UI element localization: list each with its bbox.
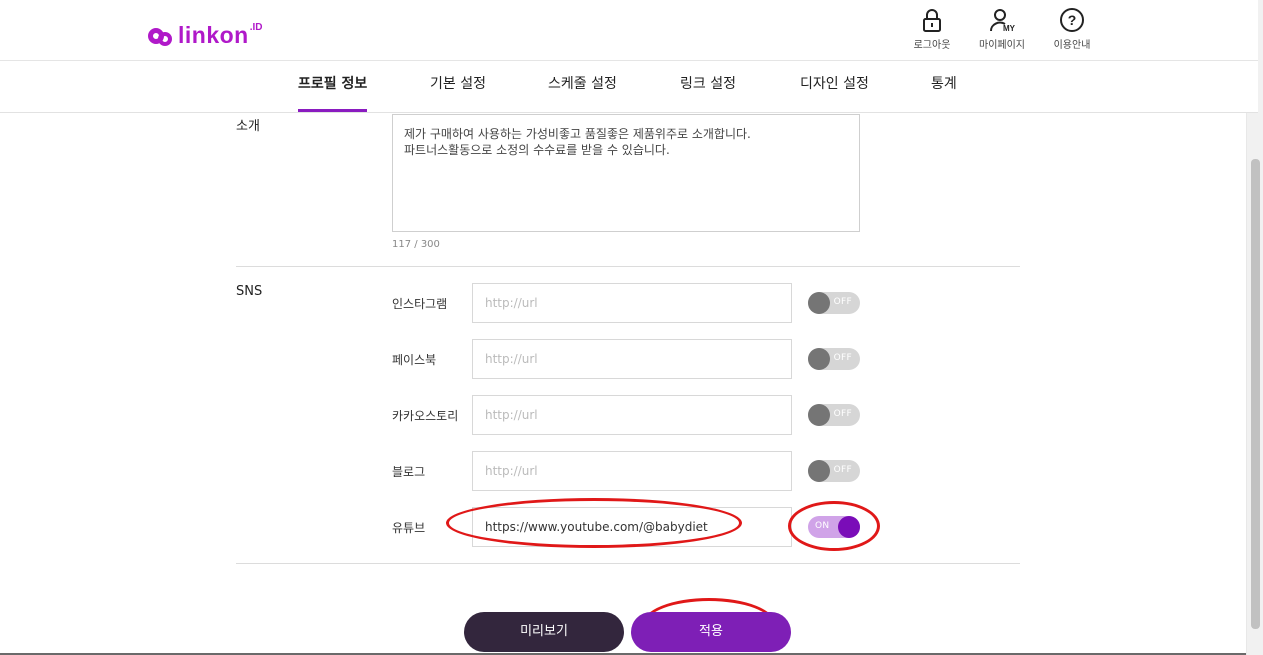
tab-link-settings[interactable]: 링크 설정 — [680, 61, 736, 112]
tab-schedule-settings[interactable]: 스케줄 설정 — [548, 61, 617, 112]
toggle-text: OFF — [833, 409, 852, 419]
facebook-toggle[interactable]: OFF — [808, 348, 860, 370]
facebook-url-input[interactable] — [472, 339, 792, 379]
sns-name-instagram: 인스타그램 — [392, 297, 448, 311]
toggle-knob — [808, 292, 830, 314]
apply-button[interactable]: 적용 — [631, 612, 791, 652]
instagram-toggle[interactable]: OFF — [808, 292, 860, 314]
sns-name-youtube: 유튜브 — [392, 521, 426, 535]
svg-text:?: ? — [1068, 12, 1077, 28]
mypage-button[interactable]: MY 마이페이지 — [976, 7, 1028, 51]
preview-button[interactable]: 미리보기 — [464, 612, 624, 652]
logout-button[interactable]: 로그아웃 — [906, 7, 958, 51]
youtube-url-input[interactable] — [472, 507, 792, 547]
tab-design-settings[interactable]: 디자인 설정 — [800, 61, 869, 112]
section-divider — [236, 266, 1020, 267]
header-actions: 로그아웃 MY 마이페이지 ? 이용안내 — [906, 7, 1098, 51]
svg-text:MY: MY — [1003, 24, 1015, 33]
toggle-text: OFF — [833, 297, 852, 307]
tab-basic-settings[interactable]: 기본 설정 — [430, 61, 486, 112]
logo-text: linkon — [178, 22, 249, 48]
guide-button[interactable]: ? 이용안내 — [1046, 7, 1098, 51]
scrollbar[interactable] — [1246, 113, 1263, 655]
toggle-text: OFF — [833, 465, 852, 475]
sns-name-facebook: 페이스북 — [392, 353, 437, 367]
tab-bar: 프로필 정보 기본 설정 스케줄 설정 링크 설정 디자인 설정 통계 — [0, 61, 1258, 113]
guide-label: 이용안내 — [1053, 40, 1091, 51]
logo-mark-icon — [148, 25, 176, 47]
intro-char-counter: 117 / 300 — [392, 239, 440, 250]
kakaostory-url-input[interactable] — [472, 395, 792, 435]
toggle-knob — [838, 516, 860, 538]
toggle-text: ON — [815, 521, 830, 531]
tab-statistics[interactable]: 통계 — [931, 61, 957, 112]
toggle-knob — [808, 348, 830, 370]
section-divider — [236, 563, 1020, 564]
blog-toggle[interactable]: OFF — [808, 460, 860, 482]
tab-profile-info[interactable]: 프로필 정보 — [298, 61, 368, 112]
question-circle-icon: ? — [1060, 8, 1084, 32]
youtube-toggle[interactable]: ON — [808, 516, 860, 538]
top-header: linkon .ID 로그아웃 MY 마이페이지 ? 이용안내 — [0, 0, 1258, 61]
mypage-label: 마이페이지 — [979, 40, 1025, 51]
intro-textarea[interactable]: 제가 구매하여 사용하는 가성비좋고 품질좋은 제품위주로 소개합니다. 파트너… — [392, 114, 860, 232]
toggle-knob — [808, 460, 830, 482]
intro-label: 소개 — [236, 119, 260, 134]
toggle-knob — [808, 404, 830, 426]
logout-label: 로그아웃 — [913, 40, 951, 51]
kakaostory-toggle[interactable]: OFF — [808, 404, 860, 426]
sns-name-kakaostory: 카카오스토리 — [392, 409, 459, 423]
logo[interactable]: linkon .ID — [148, 22, 263, 49]
toggle-text: OFF — [833, 353, 852, 363]
scrollbar-thumb[interactable] — [1251, 159, 1260, 629]
sns-label: SNS — [236, 284, 263, 299]
window-edge — [1258, 0, 1263, 113]
blog-url-input[interactable] — [472, 451, 792, 491]
sns-name-blog: 블로그 — [392, 465, 426, 479]
instagram-url-input[interactable] — [472, 283, 792, 323]
lock-icon — [923, 9, 941, 32]
logo-sup: .ID — [249, 22, 263, 33]
user-my-icon: MY — [990, 9, 1015, 33]
